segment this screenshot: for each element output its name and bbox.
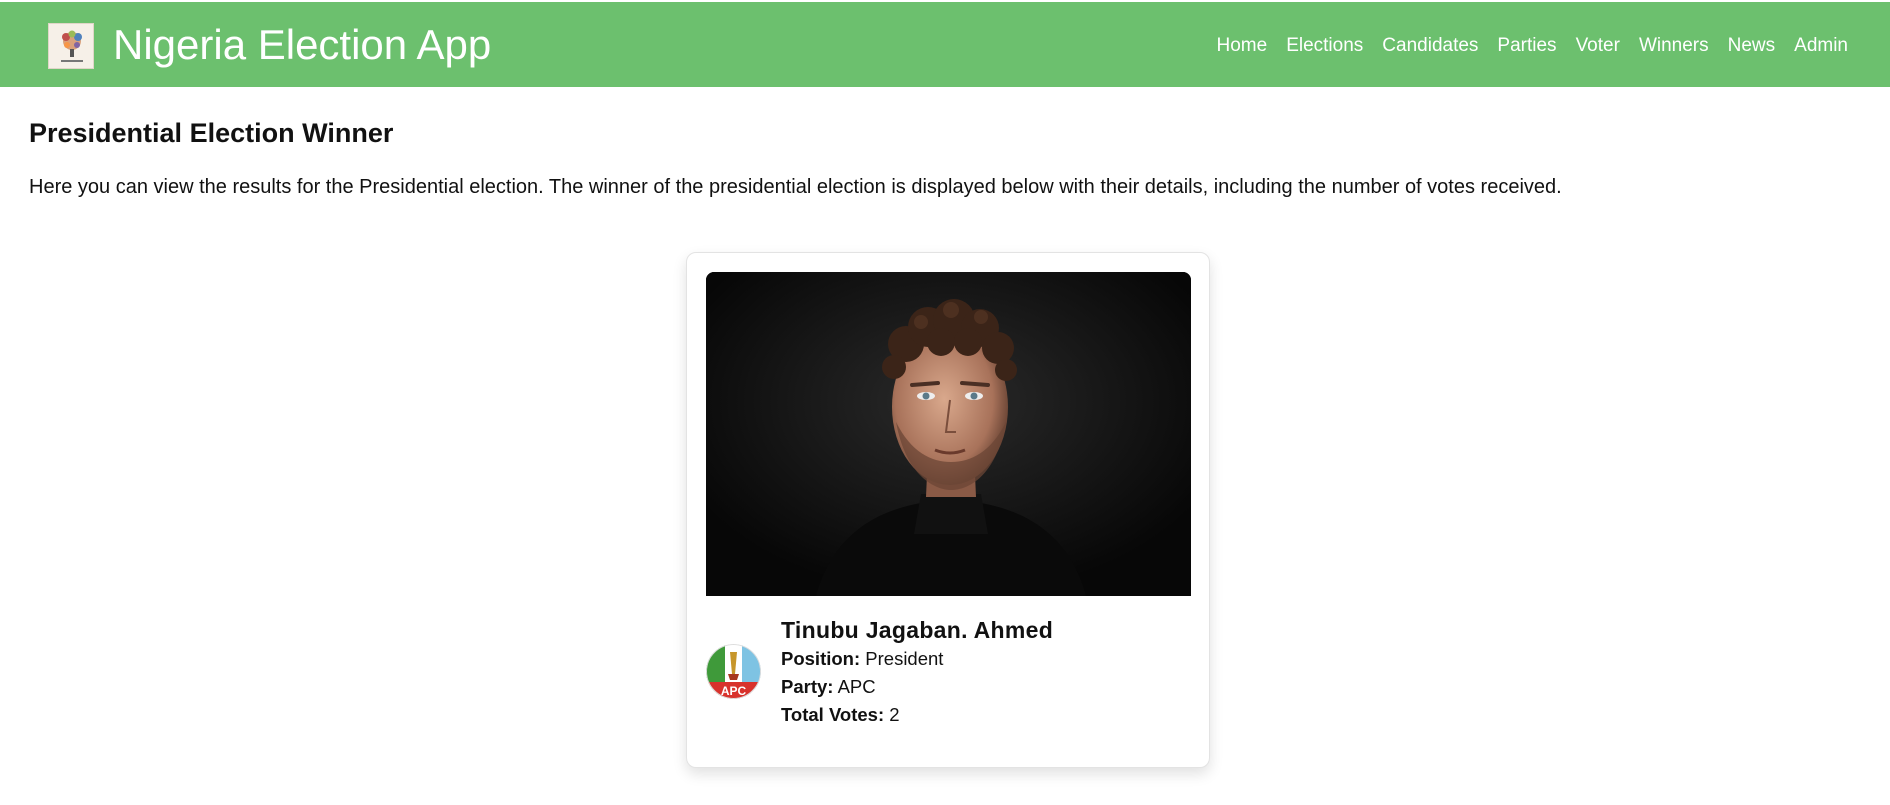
page-title: Presidential Election Winner: [29, 118, 394, 148]
votes-label: Total Votes:: [781, 704, 885, 725]
winner-card: APC Tinubu Jagaban. Ahmed Position: Pres…: [686, 252, 1210, 768]
election-logo-icon[interactable]: [48, 23, 94, 69]
nav-admin[interactable]: Admin: [1794, 32, 1848, 60]
candidate-photo: [706, 272, 1191, 596]
candidate-name: Tinubu Jagaban. Ahmed: [781, 617, 1054, 643]
apc-party-logo-icon: APC: [706, 644, 761, 699]
nav-news[interactable]: News: [1728, 32, 1776, 60]
party-row: Party: APC: [781, 673, 1053, 701]
nav-winners[interactable]: Winners: [1639, 32, 1709, 60]
party-value: APC: [837, 676, 876, 697]
nav-elections[interactable]: Elections: [1286, 32, 1363, 60]
nav-voter[interactable]: Voter: [1576, 32, 1620, 60]
candidate-info: Tinubu Jagaban. Ahmed Position: Presiden…: [781, 615, 1053, 729]
app-title[interactable]: Nigeria Election App: [113, 20, 491, 70]
nav-candidates[interactable]: Candidates: [1382, 32, 1478, 60]
position-row: Position: President: [781, 645, 1053, 673]
apc-logo-text: APC: [721, 684, 747, 698]
main-nav: Home Elections Candidates Parties Voter …: [1198, 32, 1849, 60]
votes-value: 2: [889, 704, 900, 725]
position-value: President: [865, 648, 944, 669]
position-label: Position:: [781, 648, 861, 669]
nav-home[interactable]: Home: [1217, 32, 1268, 60]
intro-text: Here you can view the results for the Pr…: [29, 176, 1562, 198]
nav-parties[interactable]: Parties: [1497, 32, 1556, 60]
party-label: Party:: [781, 676, 834, 697]
votes-row: Total Votes: 2: [781, 701, 1053, 729]
top-navbar: Nigeria Election App Home Elections Cand…: [0, 2, 1890, 87]
